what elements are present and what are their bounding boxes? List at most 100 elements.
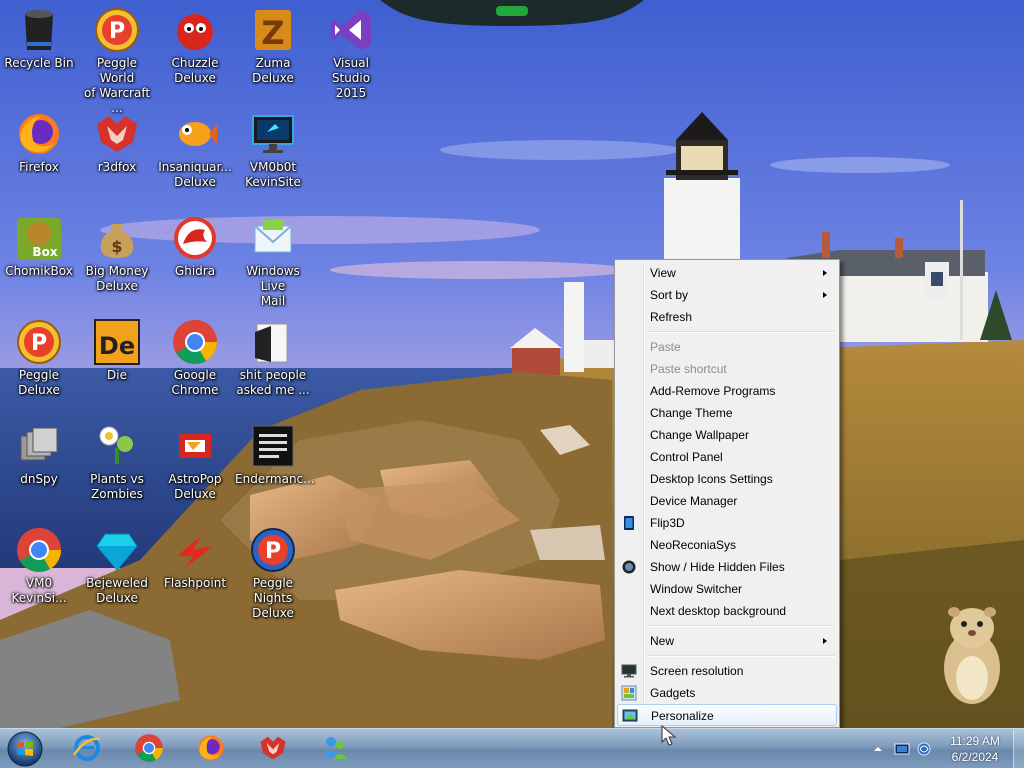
- taskbar-windows-live-messenger-button[interactable]: [308, 731, 362, 765]
- desktop-icon-label: Firefox: [19, 160, 59, 174]
- desktop-icon-label: Visual Studio 2015: [331, 56, 371, 100]
- desktop-icon-google-chrome[interactable]: Google Chrome: [156, 314, 234, 398]
- menu-item-neoreconiasys[interactable]: NeoReconiaSys: [617, 534, 837, 556]
- taskbar-chrome-button[interactable]: [122, 731, 176, 765]
- hamster-gadget-icon[interactable]: [930, 598, 1010, 708]
- menu-item-refresh[interactable]: Refresh: [617, 306, 837, 328]
- menu-item-screen-resolution[interactable]: Screen resolution: [617, 660, 837, 682]
- desktop-icon-vm0-kevinsi[interactable]: VM0 KevinSi...: [0, 522, 78, 606]
- menu-separator: [647, 655, 835, 657]
- peggle-nights-icon: P: [249, 526, 297, 574]
- desktop-icon-recycle-bin[interactable]: Recycle Bin: [0, 2, 78, 71]
- desktop-icon-r3dfox[interactable]: r3dfox: [78, 106, 156, 175]
- menu-item-paste-shortcut: Paste shortcut: [617, 358, 837, 380]
- menu-item-next-desktop-background[interactable]: Next desktop background: [617, 600, 837, 622]
- submenu-arrow-icon: [823, 270, 827, 276]
- desktop-icon-bejeweled[interactable]: Bejeweled Deluxe: [78, 522, 156, 606]
- desktop-icon-firefox[interactable]: Firefox: [0, 106, 78, 175]
- personalize-icon: [622, 708, 638, 724]
- menu-item-new[interactable]: New: [617, 630, 837, 652]
- desktop-icon-label: Big Money Deluxe: [85, 264, 149, 293]
- desktop-icon-label: Google Chrome: [171, 368, 219, 397]
- menu-separator: [647, 331, 835, 333]
- clock-time: 11:29 AM: [950, 734, 1000, 748]
- network-tray-icon[interactable]: [916, 741, 932, 757]
- chomikbox-icon: Box: [15, 214, 63, 262]
- desktop-icon-astropop[interactable]: AstroPop Deluxe: [156, 418, 234, 502]
- menu-item-label: Change Wallpaper: [650, 428, 749, 442]
- desktop-icon-label: Endermanc...: [235, 472, 315, 486]
- menu-item-flip3d[interactable]: Flip3D: [617, 512, 837, 534]
- menu-item-gadgets[interactable]: Gadgets: [617, 682, 837, 704]
- menu-item-window-switcher[interactable]: Window Switcher: [617, 578, 837, 600]
- menu-item-control-panel[interactable]: Control Panel: [617, 446, 837, 468]
- display-tray-icon[interactable]: [894, 741, 910, 757]
- desktop-icon-visual-studio[interactable]: Visual Studio 2015: [312, 2, 390, 101]
- menu-item-device-manager[interactable]: Device Manager: [617, 490, 837, 512]
- svg-text:Box: Box: [32, 245, 57, 259]
- taskbar-clock[interactable]: 11:29 AM 6/2/2024: [940, 733, 1010, 765]
- menu-item-desktop-icons-settings[interactable]: Desktop Icons Settings: [617, 468, 837, 490]
- taskbar-internet-explorer-button[interactable]: [60, 731, 114, 765]
- desktop-icon-chuzzle[interactable]: Chuzzle Deluxe: [156, 2, 234, 86]
- menu-item-add-remove-programs[interactable]: Add-Remove Programs: [617, 380, 837, 402]
- desktop-icon-label: Peggle Nights Deluxe: [252, 576, 294, 620]
- folder-icon: [249, 318, 297, 366]
- desktop-icon-dnspy[interactable]: dnSpy: [0, 418, 78, 487]
- menu-item-label: NeoReconiaSys: [650, 538, 737, 552]
- dnspy-icon: [15, 422, 63, 470]
- menu-item-label: New: [650, 634, 675, 648]
- desktop-icon-chomikbox[interactable]: Box ChomikBox: [0, 210, 78, 279]
- desktop-icon-peggle-wow[interactable]: P Peggle World of Warcraft ...: [78, 2, 156, 116]
- ie-icon: [72, 733, 102, 763]
- menu-item-label: Paste shortcut: [650, 362, 727, 376]
- peggle-icon: P: [93, 6, 141, 54]
- menu-separator: [647, 625, 835, 627]
- desktop-icon-big-money[interactable]: $ Big Money Deluxe: [78, 210, 156, 294]
- r3dfox-icon: [258, 733, 288, 763]
- menu-item-change-wallpaper[interactable]: Change Wallpaper: [617, 424, 837, 446]
- clock-date: 6/2/2024: [951, 750, 999, 764]
- menu-item-label: Desktop Icons Settings: [650, 472, 773, 486]
- taskbar-r3dfox-button[interactable]: [246, 731, 300, 765]
- svg-text:P: P: [265, 539, 281, 564]
- menu-item-label: Paste: [650, 340, 681, 354]
- desktop-icon-insaniquarium[interactable]: Insaniquar... Deluxe: [156, 106, 234, 190]
- svg-text:Z: Z: [261, 14, 284, 52]
- taskbar-firefox-button[interactable]: [184, 731, 238, 765]
- desktop-icon-folder[interactable]: shit people asked me ...: [234, 314, 312, 398]
- desktop-context-menu: View Sort by Refresh Paste Paste shortcut Add…: [614, 259, 840, 728]
- desktop-icon-label: Peggle Deluxe: [18, 368, 60, 397]
- r3dfox-icon: [93, 110, 141, 158]
- desktop-icon-peggle-nights[interactable]: P Peggle Nights Deluxe: [234, 522, 312, 621]
- desktop-icon-die[interactable]: De Die: [78, 314, 156, 383]
- show-desktop-button[interactable]: [1013, 729, 1024, 769]
- terminal-icon: [249, 422, 297, 470]
- desktop-icon-zuma[interactable]: Z Zuma Deluxe: [234, 2, 312, 86]
- desktop-icon-vm0b0t[interactable]: VM0b0t KevinSite: [234, 106, 312, 190]
- desktop-icon-label: dnSpy: [20, 472, 58, 486]
- desktop[interactable]: Recycle Bin P Peggle World of Warcraft ...…: [0, 0, 1024, 728]
- desktop-icon-ghidra[interactable]: Ghidra: [156, 210, 234, 279]
- desktop-icon-label: ChomikBox: [5, 264, 73, 278]
- menu-item-personalize[interactable]: Personalize: [617, 704, 837, 726]
- desktop-icon-flashpoint[interactable]: Flashpoint: [156, 522, 234, 591]
- screen-icon: [621, 663, 637, 679]
- start-button[interactable]: [4, 730, 46, 768]
- menu-item-label: Refresh: [650, 310, 693, 324]
- menu-item-label: View: [650, 266, 676, 280]
- desktop-icon-peggle-deluxe[interactable]: P Peggle Deluxe: [0, 314, 78, 398]
- desktop-icon-windows-live-mail[interactable]: Windows Live Mail: [234, 210, 312, 309]
- plant-icon: [93, 422, 141, 470]
- visual-studio-icon: [327, 6, 375, 54]
- menu-item-sort-by[interactable]: Sort by: [617, 284, 837, 306]
- desktop-icon-pvz[interactable]: Plants vs Zombies: [78, 418, 156, 502]
- fish-icon: [171, 110, 219, 158]
- desktop-icon-label: r3dfox: [97, 160, 137, 174]
- show-hidden-icons-icon[interactable]: [870, 741, 886, 757]
- menu-item-view[interactable]: View: [617, 262, 837, 284]
- monitor-icon: [249, 110, 297, 158]
- menu-item-show-hide-hidden-files[interactable]: Show / Hide Hidden Files: [617, 556, 837, 578]
- menu-item-change-theme[interactable]: Change Theme: [617, 402, 837, 424]
- desktop-icon-endermanch[interactable]: Endermanc...: [234, 418, 315, 487]
